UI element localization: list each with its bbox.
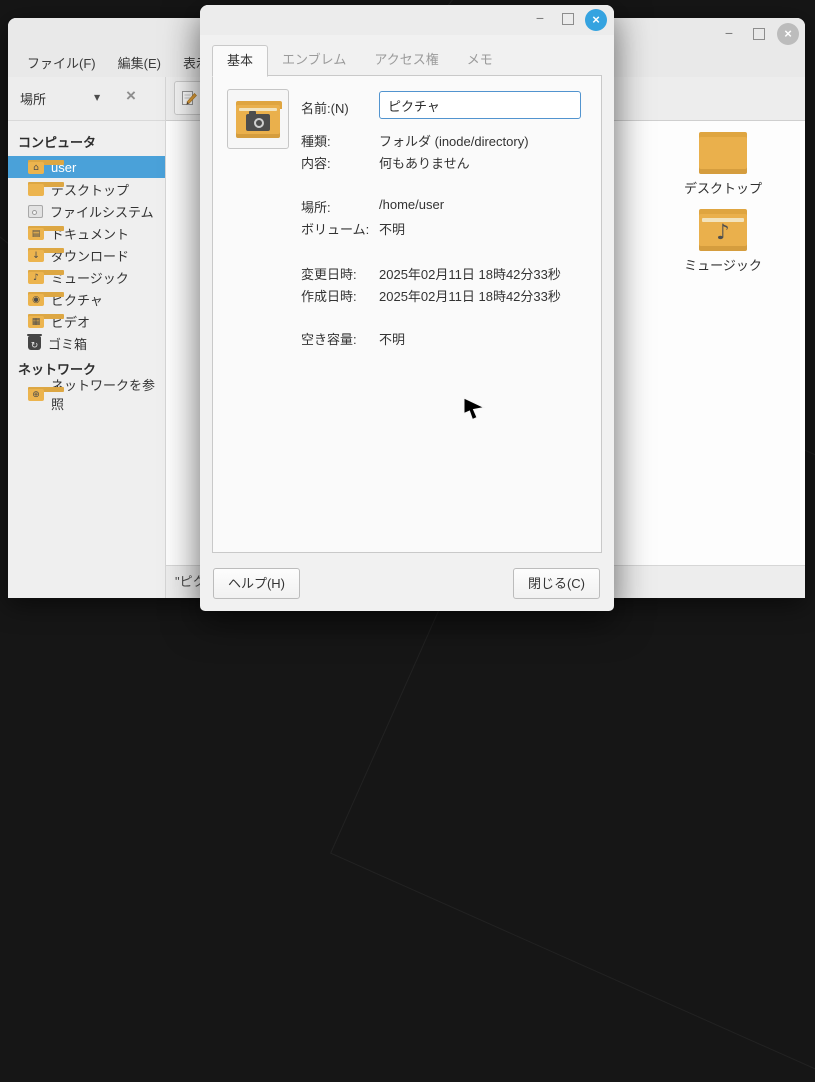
tab-permissions[interactable]: アクセス権 [360, 45, 452, 75]
property-row-created: 作成日時: 2025年02月11日 18時42分33秒 [213, 286, 601, 306]
mouse-cursor [463, 396, 487, 424]
dialog-maximize-button[interactable] [558, 9, 578, 29]
volume-label: ボリューム: [301, 219, 369, 238]
menu-file[interactable]: ファイル(F) [16, 50, 107, 77]
sidebar-item-pictures[interactable]: ◉ ピクチャ [8, 288, 165, 310]
sidebar-item-network-browse[interactable]: ⊕ ネットワークを参照 [8, 383, 165, 405]
folder-icon [699, 132, 747, 174]
name-field-label: 名前:(N) [301, 98, 349, 117]
maximize-button[interactable] [749, 24, 769, 44]
basic-tab-panel: 名前:(N) 種類: フォルダ (inode/directory) 内容: 何も… [212, 75, 602, 553]
properties-dialog: − × 基本 エンブレム アクセス権 メモ 名前:(N) 種類: フォルダ (i… [200, 5, 614, 611]
pictures-folder-icon: ◉ [28, 292, 44, 306]
network-folder-icon: ⊕ [28, 387, 44, 401]
property-row-free-space: 空き容量: 不明 [213, 329, 601, 349]
file-item-desktop[interactable]: デスクトップ [668, 132, 778, 197]
minimize-button[interactable]: − [719, 24, 739, 44]
music-folder-icon: ♪ [699, 209, 747, 251]
tab-notes[interactable]: メモ [453, 45, 507, 75]
sidebar-item-filesystem[interactable]: ファイルシステム [8, 200, 165, 222]
location-value: /home/user [379, 197, 444, 212]
home-folder-icon: ⌂ [28, 160, 44, 174]
side-pane-close-icon[interactable]: × [126, 86, 136, 106]
free-space-value: 不明 [379, 329, 405, 348]
maximize-icon [753, 28, 765, 40]
dialog-tabs: 基本 エンブレム アクセス権 メモ [212, 45, 507, 76]
kind-label: 種類: [301, 131, 331, 150]
edit-note-icon [181, 90, 198, 107]
location-label: 場所: [301, 197, 331, 216]
downloads-folder-icon: ↓ [28, 248, 44, 262]
side-pane-title[interactable]: 場所 [20, 89, 46, 108]
sidebar-item-desktop[interactable]: デスクトップ [8, 178, 165, 200]
folder-icon [28, 182, 44, 196]
created-label: 作成日時: [301, 286, 357, 305]
dialog-titlebar[interactable]: − × [200, 5, 614, 35]
free-space-label: 空き容量: [301, 329, 357, 348]
places-sidebar: コンピュータ ⌂ user デスクトップ ファイルシステム ▤ ドキュメント ↓… [8, 120, 165, 598]
sidebar-item-music[interactable]: ♪ ミュージック [8, 266, 165, 288]
sidebar-item-downloads[interactable]: ↓ ダウンロード [8, 244, 165, 266]
property-row-volume: ボリューム: 不明 [213, 219, 601, 239]
kind-value: フォルダ (inode/directory) [379, 131, 529, 150]
content-label: 内容: [301, 153, 331, 172]
property-row-kind: 種類: フォルダ (inode/directory) [213, 131, 601, 151]
created-value: 2025年02月11日 18時42分33秒 [379, 286, 561, 305]
sidebar-item-user[interactable]: ⌂ user [8, 156, 165, 178]
tab-emblems[interactable]: エンブレム [268, 45, 360, 75]
content-value: 何もありません [379, 153, 470, 172]
tab-basic[interactable]: 基本 [212, 45, 268, 77]
property-row-content: 内容: 何もありません [213, 153, 601, 173]
modified-value: 2025年02月11日 18時42分33秒 [379, 264, 561, 283]
help-button[interactable]: ヘルプ(H) [213, 568, 300, 599]
property-row-modified: 変更日時: 2025年02月11日 18時42分33秒 [213, 264, 601, 284]
maximize-icon [562, 13, 574, 25]
sidebar-section-computer: コンピュータ [8, 127, 165, 156]
sidebar-item-documents[interactable]: ▤ ドキュメント [8, 222, 165, 244]
dialog-minimize-button[interactable]: − [530, 9, 550, 29]
file-label: ミュージック [668, 255, 778, 274]
camera-icon [246, 114, 270, 131]
chevron-down-icon[interactable]: ▼ [94, 93, 100, 102]
dialog-close-button[interactable]: × [585, 9, 607, 31]
music-folder-icon: ♪ [28, 270, 44, 284]
sidebar-item-label: ファイルシステム [50, 202, 154, 221]
file-item-music[interactable]: ♪ ミュージック [668, 209, 778, 274]
name-input[interactable] [379, 91, 581, 119]
close-dialog-button[interactable]: 閉じる(C) [513, 568, 600, 599]
close-button[interactable]: × [777, 23, 799, 45]
file-label: デスクトップ [668, 178, 778, 197]
filesystem-drive-icon [28, 205, 43, 218]
menu-edit[interactable]: 編集(E) [107, 50, 172, 77]
sidebar-item-label: ネットワークを参照 [51, 375, 165, 413]
sidebar-item-label: ゴミ箱 [48, 334, 87, 353]
trash-icon: ↻ [28, 336, 41, 350]
documents-folder-icon: ▤ [28, 226, 44, 240]
volume-value: 不明 [379, 219, 405, 238]
sidebar-item-videos[interactable]: ▦ ビデオ [8, 310, 165, 332]
sidebar-item-trash[interactable]: ↻ ゴミ箱 [8, 332, 165, 354]
property-row-location: 場所: /home/user [213, 197, 601, 217]
videos-folder-icon: ▦ [28, 314, 44, 328]
modified-label: 変更日時: [301, 264, 357, 283]
